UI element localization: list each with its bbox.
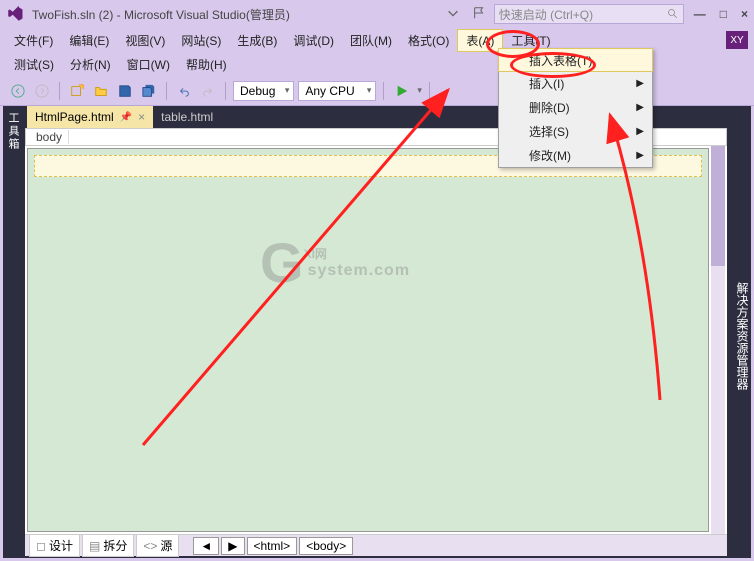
- left-rail-toolbox[interactable]: 工具箱: [3, 106, 23, 558]
- menu-build[interactable]: 生成(B): [229, 30, 285, 51]
- pin-icon[interactable]: 📌: [120, 112, 132, 123]
- submenu-arrow-icon: ▶: [636, 78, 644, 89]
- nav-back-button[interactable]: [8, 81, 28, 101]
- menu-table[interactable]: 表(A): [457, 29, 503, 52]
- window-title: TwoFish.sln (2) - Microsoft Visual Studi…: [32, 6, 290, 23]
- titlebar: TwoFish.sln (2) - Microsoft Visual Studi…: [0, 0, 754, 28]
- view-mode-tabs: ◻设计 ▤拆分 <>源 ◄ ▶ <html> <body>: [25, 534, 727, 556]
- workspace: 工具箱 HtmlPage.html 📌 × table.html body: [3, 106, 751, 558]
- submenu-arrow-icon: ▶: [636, 102, 644, 113]
- submenu-arrow-icon: ▶: [636, 150, 644, 161]
- table-dropdown-menu: 插入表格(T) 插入(I)▶ 删除(D)▶ 选择(S)▶ 修改(M)▶: [498, 48, 653, 168]
- notify-flag-icon[interactable]: [472, 6, 486, 23]
- path-html[interactable]: <html>: [247, 537, 298, 555]
- menu-format[interactable]: 格式(O): [400, 30, 457, 51]
- redo-button[interactable]: [198, 81, 218, 101]
- menu-site[interactable]: 网站(S): [173, 30, 229, 51]
- menu-insert[interactable]: 插入(I)▶: [499, 71, 652, 95]
- menu-debug[interactable]: 调试(D): [285, 30, 342, 51]
- xy-badge[interactable]: XY: [726, 31, 748, 49]
- rail-solution-explorer[interactable]: 解决方案资源管理器: [734, 282, 751, 390]
- tab-label: HtmlPage.html: [35, 110, 114, 124]
- path-nav-next[interactable]: ▶: [221, 537, 244, 555]
- config-dropdown[interactable]: Debug: [233, 81, 294, 101]
- save-button[interactable]: [115, 81, 135, 101]
- path-nav-prev[interactable]: ◄: [193, 537, 219, 555]
- notify-down-icon[interactable]: [446, 6, 460, 23]
- quick-launch-input[interactable]: 快速启动 (Ctrl+Q): [494, 4, 684, 24]
- menu-analyze[interactable]: 分析(N): [62, 54, 119, 75]
- open-button[interactable]: [91, 81, 111, 101]
- view-source[interactable]: <>源: [136, 534, 179, 557]
- menu-file[interactable]: 文件(F): [6, 30, 61, 51]
- undo-button[interactable]: [174, 81, 194, 101]
- tab-htmlpage[interactable]: HtmlPage.html 📌 ×: [27, 106, 153, 128]
- tab-tablehtml[interactable]: table.html: [153, 106, 221, 128]
- save-all-button[interactable]: [139, 81, 159, 101]
- close-tab-icon[interactable]: ×: [138, 110, 145, 124]
- vs-logo-icon: [6, 5, 24, 23]
- breadcrumb-body[interactable]: body: [30, 130, 69, 144]
- view-design[interactable]: ◻设计: [29, 534, 80, 557]
- menu-select[interactable]: 选择(S)▶: [499, 119, 652, 143]
- new-project-button[interactable]: [67, 81, 87, 101]
- menu-edit[interactable]: 编辑(E): [61, 30, 117, 51]
- editor-area: HtmlPage.html 📌 × table.html body ◻设计 ▤拆…: [23, 106, 729, 558]
- scroll-thumb[interactable]: [711, 146, 725, 266]
- right-rail: 解决方案资源管理器 团队资源管理器 诊断工具: [729, 106, 751, 558]
- run-button[interactable]: [391, 81, 413, 101]
- nav-fwd-button[interactable]: [32, 81, 52, 101]
- title-notify-area: [446, 6, 486, 23]
- submenu-arrow-icon: ▶: [636, 126, 644, 137]
- quick-launch-placeholder: 快速启动 (Ctrl+Q): [499, 6, 667, 23]
- design-canvas[interactable]: [27, 148, 709, 532]
- menu-help[interactable]: 帮助(H): [178, 54, 235, 75]
- minimize-button[interactable]: —: [694, 7, 706, 21]
- search-icon: [667, 8, 679, 20]
- vertical-scrollbar[interactable]: [711, 146, 725, 534]
- close-button[interactable]: ×: [741, 7, 748, 21]
- menu-window[interactable]: 窗口(W): [119, 54, 178, 75]
- path-body[interactable]: <body>: [299, 537, 353, 555]
- menu-modify[interactable]: 修改(M)▶: [499, 143, 652, 167]
- menu-team[interactable]: 团队(M): [342, 30, 400, 51]
- menu-delete[interactable]: 删除(D)▶: [499, 95, 652, 119]
- maximize-button[interactable]: □: [720, 7, 727, 21]
- tab-label: table.html: [161, 110, 213, 124]
- view-split[interactable]: ▤拆分: [82, 534, 134, 557]
- platform-dropdown[interactable]: Any CPU: [298, 81, 376, 101]
- menu-insert-table[interactable]: 插入表格(T): [498, 48, 653, 72]
- menu-view[interactable]: 视图(V): [117, 30, 173, 51]
- menu-test[interactable]: 测试(S): [6, 54, 62, 75]
